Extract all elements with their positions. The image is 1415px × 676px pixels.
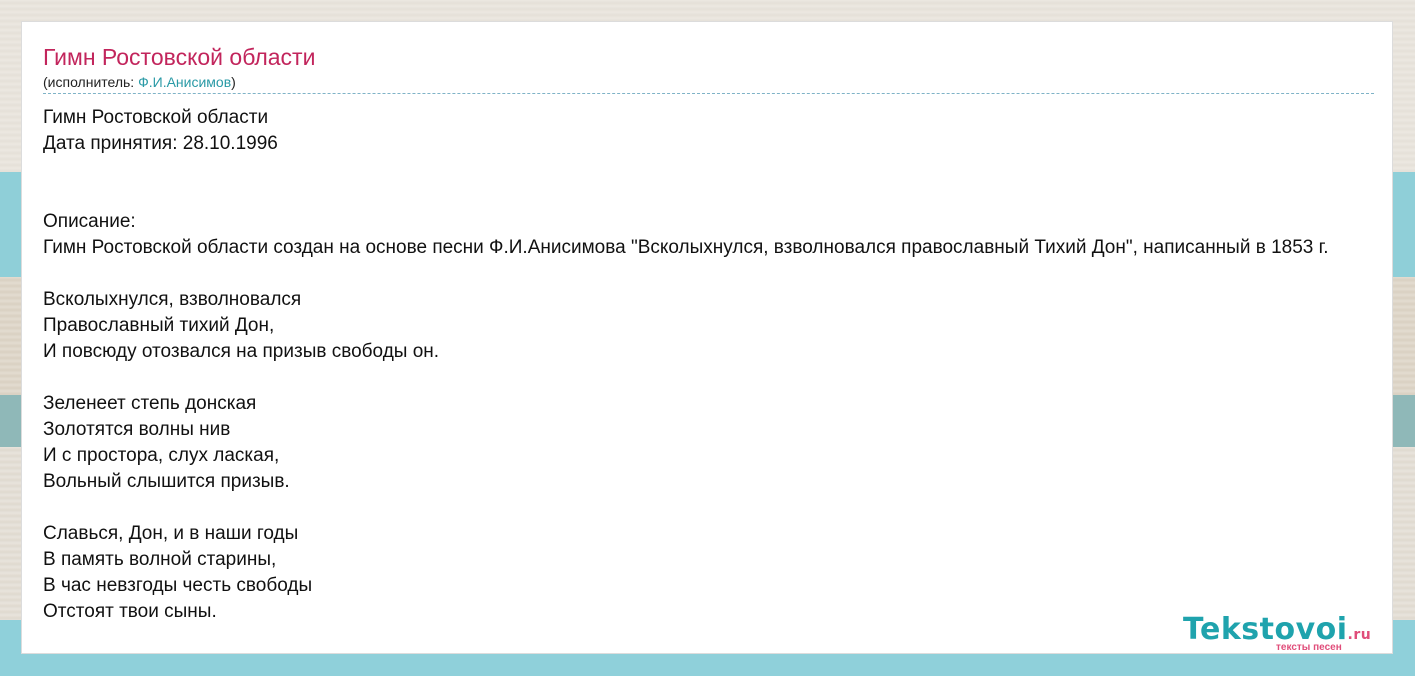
lyric-line (43, 261, 1329, 287)
lyric-line: И повсюду отозвался на призыв свободы он… (43, 341, 440, 362)
logo-domain: .ru (1347, 627, 1372, 643)
performer-line: (исполнитель: Ф.И.Анисимов) (43, 74, 236, 90)
performer-link[interactable]: Ф.И.Анисимов (138, 74, 231, 90)
lyric-line: Дата принятия: 28.10.1996 (43, 133, 278, 154)
lyric-line: Описание: (43, 211, 136, 232)
site-logo[interactable]: Tekstovoi.ru тексты песен (1183, 612, 1393, 654)
lyric-line (43, 365, 1329, 391)
lyric-line (43, 157, 1329, 183)
performer-suffix: ) (231, 74, 236, 90)
lyric-line: В память волной старины, (43, 549, 277, 570)
lyric-line: Зеленеет степь донская (43, 393, 257, 414)
lyrics-text: Гимн Ростовской области Дата принятия: 28… (43, 105, 1329, 625)
lyric-line: Гимн Ростовской области создан на основе… (43, 237, 1329, 258)
lyric-line: Православный тихий Дон, (43, 315, 275, 336)
lyric-line: Славься, Дон, и в наши годы (43, 523, 299, 544)
lyric-line (43, 183, 1329, 209)
lyrics-card: Гимн Ростовской области (исполнитель: Ф.… (21, 21, 1393, 654)
title-divider (43, 93, 1374, 94)
lyric-line: И с простора, слух лаская, (43, 445, 280, 466)
lyric-line: В час невзгоды честь свободы (43, 575, 313, 596)
lyric-line: Вольный слышится призыв. (43, 471, 290, 492)
lyric-line: Гимн Ростовской области (43, 107, 269, 128)
lyric-line (43, 495, 1329, 521)
performer-prefix: (исполнитель: (43, 74, 139, 90)
lyric-line: Золотятся волны нив (43, 419, 231, 440)
song-title: Гимн Ростовской области (43, 44, 316, 70)
lyric-line: Всколыхнулся, взволновался (43, 289, 302, 310)
lyric-line: Отстоят твои сыны. (43, 601, 217, 622)
logo-tagline: тексты песен (1276, 642, 1342, 653)
